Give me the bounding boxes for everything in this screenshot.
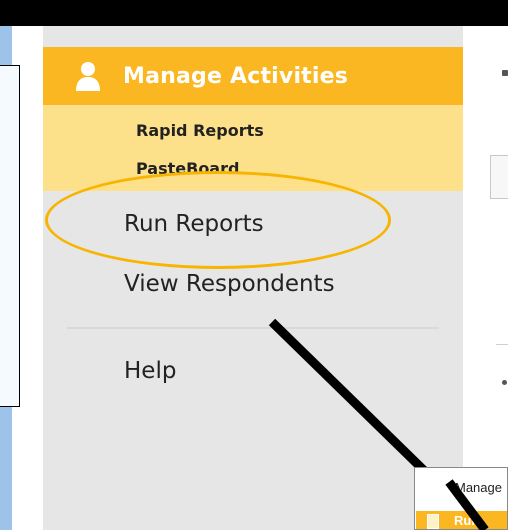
inset-run-label: Run [454, 513, 480, 528]
zoom-inset: Manage Run [414, 467, 508, 530]
top-black-bar [0, 0, 508, 26]
bullet-icon [502, 380, 507, 385]
callout-box [0, 65, 20, 407]
sidebar-item-view-respondents[interactable]: View Respondents [124, 271, 335, 297]
sidebar-divider [67, 327, 439, 329]
inset-manage-label: Manage [455, 480, 502, 495]
main-divider [496, 344, 508, 345]
user-icon [75, 61, 101, 91]
manage-activities-header[interactable]: Manage Activities [43, 47, 463, 105]
submenu-item-rapid-reports[interactable]: Rapid Reports [136, 121, 264, 140]
inset-run-row[interactable]: Run [416, 511, 507, 529]
highlight-ellipse [45, 171, 391, 269]
main-content [463, 26, 508, 530]
back-icon[interactable] [502, 70, 508, 76]
main-input-field[interactable] [490, 155, 508, 199]
document-icon [427, 514, 439, 529]
sidebar-item-help[interactable]: Help [124, 358, 176, 384]
manage-activities-title: Manage Activities [123, 63, 349, 89]
